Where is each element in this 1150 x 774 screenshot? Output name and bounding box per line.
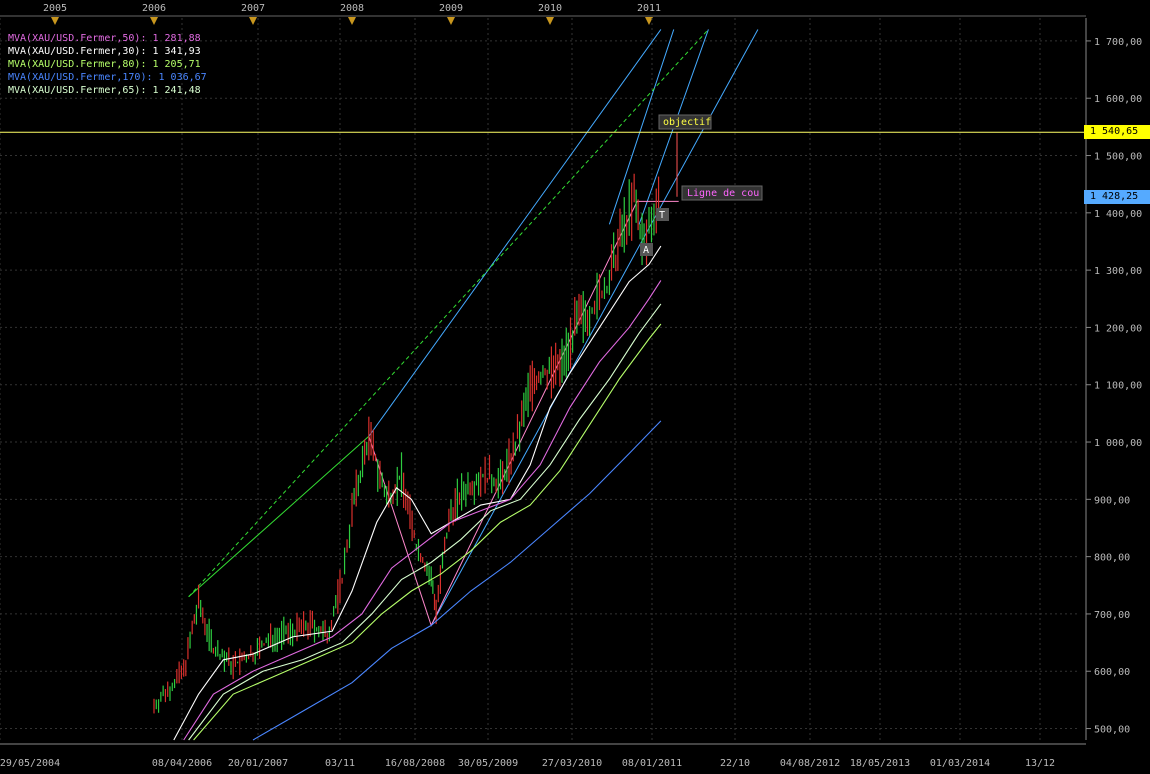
- year-marker-icon: [348, 17, 356, 25]
- price-chart: 2005 2006 2007 2008 2009 2010 2011 objectif Lig…: [0, 3, 1142, 769]
- year-marker-icon: [51, 17, 59, 25]
- year-label: 2006: [142, 3, 166, 14]
- neckline-label: Ligne de cou: [687, 188, 759, 199]
- y-tick-label: 500,00: [1094, 725, 1130, 736]
- x-tick-label: 18/05/2013: [850, 758, 910, 769]
- year-marker-icon: [249, 17, 257, 25]
- y-tick-label: 1 000,00: [1094, 438, 1142, 449]
- x-tick-label: 16/08/2008: [385, 758, 445, 769]
- point-a-label: A: [643, 245, 649, 256]
- trend-line: [188, 435, 370, 598]
- y-tick-label: 1 300,00: [1094, 266, 1142, 277]
- chart-grid: [0, 18, 1080, 740]
- legend-entry: MVA(XAU/USD.Fermer,65): 1 241,48: [8, 85, 201, 96]
- x-tick-label: 08/01/2011: [622, 758, 682, 769]
- x-tick-label: 20/01/2007: [228, 758, 288, 769]
- price-series: [153, 173, 660, 714]
- year-label: 2011: [637, 3, 661, 14]
- y-tick-label: 800,00: [1094, 553, 1130, 564]
- year-label: 2010: [538, 3, 562, 14]
- x-tick-label: 04/08/2012: [780, 758, 840, 769]
- y-tick-label: 1 600,00: [1094, 94, 1142, 105]
- y-tick-label: 1 400,00: [1094, 209, 1142, 220]
- moving-average-line: [252, 420, 662, 741]
- x-tick-label: 22/10: [720, 758, 750, 769]
- price-tag: 1 428,25: [1084, 189, 1150, 204]
- x-tick-label: 08/04/2006: [152, 758, 212, 769]
- year-label: 2009: [439, 3, 463, 14]
- price-tag: 1 540,65: [1084, 125, 1150, 140]
- x-tick-label: 29/05/2004: [0, 758, 60, 769]
- year-label: 2007: [241, 3, 265, 14]
- objectif-label: objectif: [663, 117, 711, 128]
- year-label: 2005: [43, 3, 67, 14]
- x-tick-label: 27/03/2010: [542, 758, 602, 769]
- year-label: 2008: [340, 3, 364, 14]
- moving-average-line: [193, 323, 662, 741]
- legend-entry: MVA(XAU/USD.Fermer,80): 1 205,71: [8, 59, 201, 70]
- point-t-label: T: [659, 210, 665, 221]
- y-tick-label: 600,00: [1094, 667, 1130, 678]
- year-axis: 2005 2006 2007 2008 2009 2010 2011: [0, 3, 1086, 25]
- y-tick-label: 1 100,00: [1094, 381, 1142, 392]
- x-axis: 29/05/2004 08/04/2006 20/01/2007 03/11 16/08…: [0, 758, 1055, 769]
- y-tick-label: 700,00: [1094, 610, 1130, 621]
- y-tick-label: 1 700,00: [1094, 37, 1142, 48]
- year-marker-icon: [546, 17, 554, 25]
- x-tick-label: 13/12: [1025, 758, 1055, 769]
- x-tick-label: 01/03/2014: [930, 758, 990, 769]
- y-tick-label: 900,00: [1094, 495, 1130, 506]
- x-tick-label: 30/05/2009: [458, 758, 518, 769]
- legend-entry: MVA(XAU/USD.Fermer,170): 1 036,67: [8, 72, 207, 83]
- year-marker-icon: [150, 17, 158, 25]
- y-tick-label: 1 500,00: [1094, 152, 1142, 163]
- legend-entry: MVA(XAU/USD.Fermer,50): 1 281,88: [8, 33, 201, 44]
- legend: MVA(XAU/USD.Fermer,50): 1 281,88 MVA(XAU/…: [8, 32, 207, 97]
- x-tick-label: 03/11: [325, 758, 355, 769]
- y-axis: 500,00 600,00 700,00 800,00 900,00 1 000,00 1 …: [0, 18, 1142, 745]
- year-marker-icon: [447, 17, 455, 25]
- legend-entry: MVA(XAU/USD.Fermer,30): 1 341,93: [8, 46, 201, 57]
- trend-line: [368, 29, 662, 437]
- y-tick-label: 1 200,00: [1094, 323, 1142, 334]
